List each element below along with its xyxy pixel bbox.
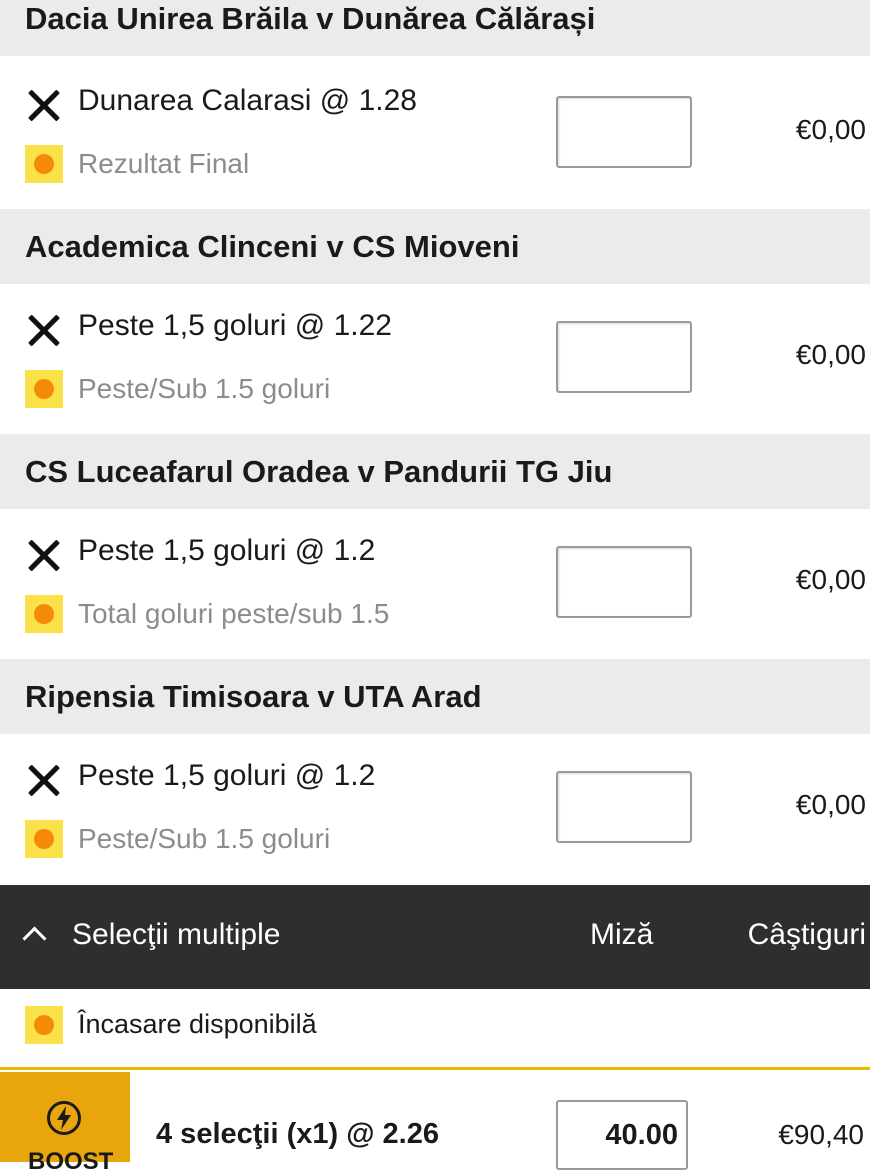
potential-winnings: €0,00 [795,114,866,145]
match-title: CS Luceafarul Oradea v Pandurii TG Jiu [25,454,613,489]
selection-row: Peste 1,5 goluri @ 1.22 Peste/Sub 1.5 go… [0,284,870,434]
cashout-badge-icon [25,595,63,633]
chevron-up-icon[interactable] [22,926,47,951]
match-title: Dacia Unirea Brăila v Dunărea Călărași [25,1,596,36]
accumulator-description: 4 selecţii (x1) @ 2.26 [156,1118,439,1150]
cashout-available-label: Încasare disponibilă [78,1009,317,1039]
remove-selection-icon[interactable] [26,88,62,124]
selection-row: Dunarea Calarasi @ 1.28 Rezultat Final €… [0,59,870,209]
cashout-available-row: Încasare disponibilă [0,989,870,1067]
selection-pick: Peste 1,5 goluri @ 1.2 [78,759,376,792]
accumulator-row: BOOST 4 selecţii (x1) @ 2.26 40.00 €90,4… [0,1067,870,1175]
selection-pick: Peste 1,5 goluri @ 1.22 [78,309,392,342]
match-header: CS Luceafarul Oradea v Pandurii TG Jiu [0,434,870,509]
selection-row: Peste 1,5 goluri @ 1.2 Total goluri pest… [0,509,870,659]
multiples-label: Selecţii multiple [72,918,281,951]
selection-market: Peste/Sub 1.5 goluri [78,373,331,404]
selection-market: Peste/Sub 1.5 goluri [78,823,331,854]
boost-button[interactable]: BOOST [0,1072,130,1175]
boost-label: BOOST [28,1148,114,1175]
accumulator-stake-input[interactable]: 40.00 [556,1100,688,1170]
potential-winnings: €0,00 [795,564,866,595]
stake-input[interactable] [556,546,692,618]
cashout-badge-icon [25,370,63,408]
selection-pick: Dunarea Calarasi @ 1.28 [78,84,417,117]
stake-input[interactable] [556,96,692,168]
match-header: Academica Clinceni v CS Mioveni [0,209,870,284]
match-header: Ripensia Timisoara v UTA Arad [0,659,870,734]
remove-selection-icon[interactable] [26,313,62,349]
potential-winnings: €0,00 [795,339,866,370]
remove-selection-icon[interactable] [26,538,62,574]
cashout-badge-icon [25,1006,63,1044]
stake-input[interactable] [556,321,692,393]
stake-input[interactable] [556,771,692,843]
match-title: Academica Clinceni v CS Mioveni [25,229,520,264]
accumulator-winnings: €90,40 [778,1119,864,1150]
lightning-icon [47,1101,81,1135]
winnings-column-header: Câştiguri [747,918,866,951]
remove-selection-icon[interactable] [26,763,62,799]
stake-column-header: Miză [590,918,654,951]
potential-winnings: €0,00 [795,789,866,820]
multiples-header-bar[interactable]: Selecţii multiple Miză Câştiguri [0,885,870,989]
selection-row: Peste 1,5 goluri @ 1.2 Peste/Sub 1.5 gol… [0,734,870,884]
cashout-badge-icon [25,145,63,183]
match-header: Dacia Unirea Brăila v Dunărea Călărași [0,0,870,56]
cashout-badge-icon [25,820,63,858]
selection-market: Rezultat Final [78,148,250,179]
selection-market: Total goluri peste/sub 1.5 [78,598,390,629]
selection-pick: Peste 1,5 goluri @ 1.2 [78,534,376,567]
match-title: Ripensia Timisoara v UTA Arad [25,679,482,714]
